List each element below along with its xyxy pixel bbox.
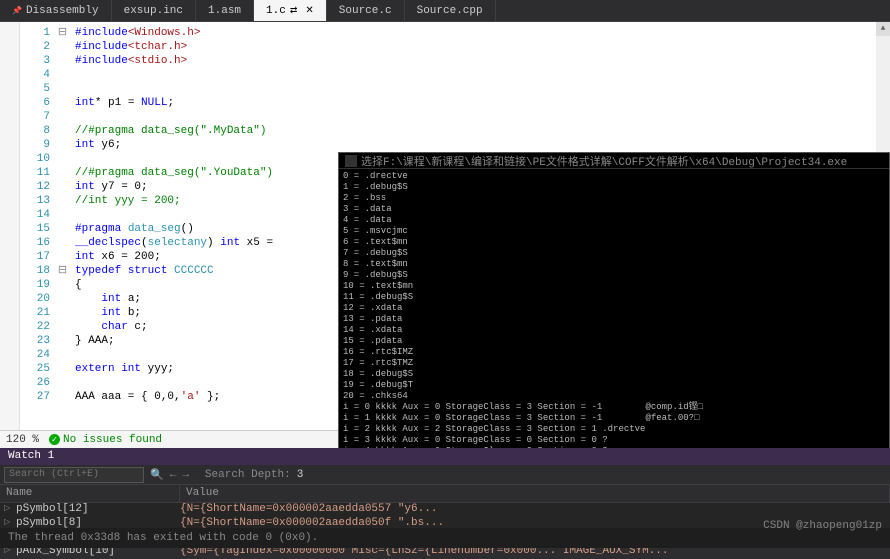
- tab-1-c[interactable]: 1.c⇄✕: [254, 0, 327, 21]
- scroll-up-arrow[interactable]: ▲: [876, 22, 890, 36]
- tab-bar: 📌Disassemblyexsup.inc1.asm1.c⇄✕Source.cS…: [0, 0, 890, 22]
- line-numbers: 1234567891011121314151617181920212223242…: [20, 22, 55, 430]
- nav-back-icon[interactable]: ←: [170, 469, 177, 481]
- editor-margin: [0, 22, 20, 430]
- watch-row[interactable]: pSymbol[12]{N={ShortName=0x000002aaedda0…: [0, 503, 890, 517]
- collapse-column[interactable]: ⊟ ⊟: [55, 22, 70, 430]
- zoom-level[interactable]: 120 %: [6, 434, 39, 446]
- watch-var-name: pSymbol[12]: [0, 503, 180, 517]
- watch-search-input[interactable]: [4, 467, 144, 483]
- watch-panel-title[interactable]: Watch 1: [0, 448, 890, 465]
- watch-var-value: {N={ShortName=0x000002aaedda0557 "y6...: [180, 503, 890, 517]
- nav-fwd-icon[interactable]: →: [182, 469, 189, 481]
- watch-search-bar: 🔍 ← → Search Depth: 3: [0, 465, 890, 485]
- tab-disassembly[interactable]: 📌Disassembly: [0, 0, 112, 21]
- col-name[interactable]: Name: [0, 485, 180, 502]
- col-value[interactable]: Value: [180, 485, 890, 502]
- tab-source-cpp[interactable]: Source.cpp: [405, 0, 496, 21]
- watermark: CSDN @zhaopeng01zp: [763, 520, 882, 532]
- console-titlebar[interactable]: 选择F:\课程\新课程\编译和链接\PE文件格式详解\COFF文件解析\x64\…: [339, 153, 889, 169]
- issues-status[interactable]: No issues found: [49, 434, 162, 446]
- tab-1-asm[interactable]: 1.asm: [196, 0, 254, 21]
- console-icon: [345, 155, 357, 167]
- console-title-text: 选择F:\课程\新课程\编译和链接\PE文件格式详解\COFF文件解析\x64\…: [361, 153, 847, 169]
- close-tab-icon[interactable]: ✕: [305, 5, 313, 17]
- search-depth-label: Search Depth:: [205, 469, 291, 481]
- thread-exit-msg: The thread 0x33d8 has exited with code 0…: [8, 532, 318, 544]
- watch-columns-header: Name Value: [0, 485, 890, 503]
- tab-exsup-inc[interactable]: exsup.inc: [112, 0, 196, 21]
- search-depth-value[interactable]: 3: [297, 469, 304, 481]
- search-icon[interactable]: 🔍: [150, 468, 164, 482]
- tab-source-c[interactable]: Source.c: [327, 0, 405, 21]
- output-status: The thread 0x33d8 has exited with code 0…: [0, 528, 890, 548]
